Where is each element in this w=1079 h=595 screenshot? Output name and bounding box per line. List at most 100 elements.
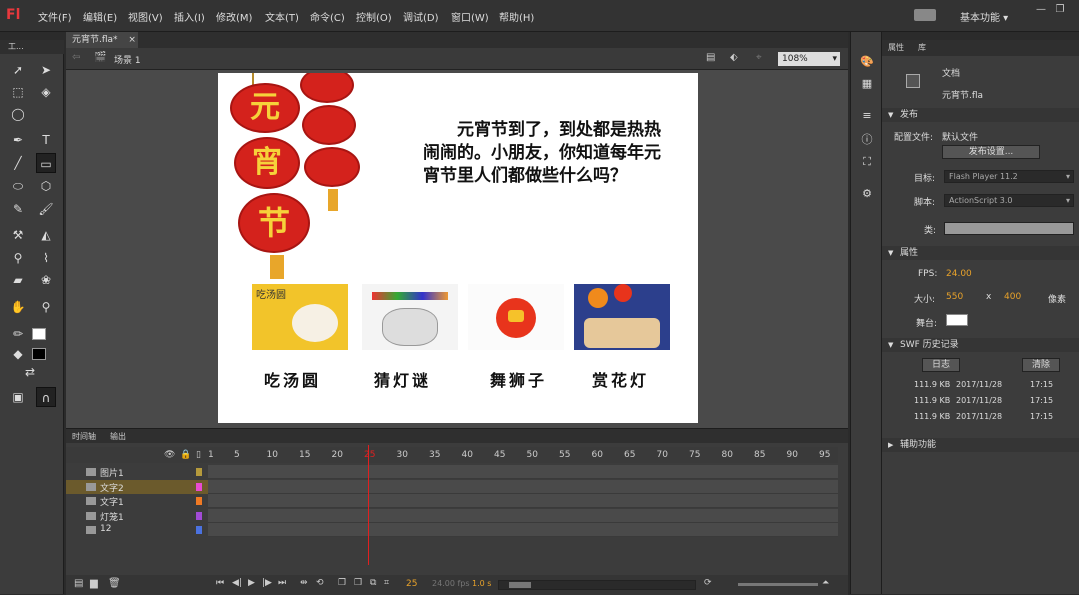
menu-insert[interactable]: 插入(I) [174,9,205,24]
stage-color-swatch[interactable] [946,314,968,326]
new-folder-icon[interactable]: ▆ [90,578,98,589]
zoom-select[interactable]: 108% ▾ [778,52,840,66]
color-panel-icon[interactable]: 🎨 [859,54,875,70]
workspace-switcher[interactable]: 基本功能 ▾ [960,9,1008,24]
width-value[interactable]: 550 [946,292,963,302]
fps-value[interactable]: 24.00 [946,269,972,279]
zoom-tool-icon[interactable]: ⚲ [36,297,56,317]
brush-icon[interactable]: 🖌 [36,199,56,219]
stroke-color-icon[interactable]: ✏ [8,324,28,344]
section-properties[interactable]: 属性 [882,246,1079,260]
restore-icon[interactable]: ❐ [1052,4,1068,16]
center-frame-icon[interactable]: ⇹ [300,578,308,588]
menu-file[interactable]: 文件(F) [38,9,72,24]
close-tab-icon[interactable]: × [128,35,136,45]
polystar-tool-icon[interactable]: ⬡ [36,176,56,196]
layer-name[interactable]: 灯笼1 [100,510,124,523]
object-drawing-icon[interactable]: ∩ [36,387,56,407]
layer-name[interactable]: 12 [100,524,111,534]
lasso-icon[interactable]: ◯ [8,104,28,124]
bone-tool-icon[interactable]: ⚒ [8,225,28,245]
sync-icon[interactable] [914,9,936,21]
new-layer-icon[interactable]: ▤ [74,578,83,589]
script-select[interactable]: ActionScript 3.0 ▾ [944,194,1074,207]
fill-color-swatch[interactable] [32,348,46,360]
section-publish[interactable]: 发布 [882,108,1079,122]
zoom-up-icon[interactable]: ⏶ [822,578,829,588]
zoom-slider[interactable] [738,583,818,586]
tab-library[interactable]: 库 [918,42,926,53]
components-icon[interactable]: ⚙ [859,186,875,202]
fill-color-icon[interactable]: ◆ [8,344,28,364]
swatches-icon[interactable]: ▦ [859,76,875,92]
layer-color-swatch[interactable] [196,497,202,505]
step-forward-icon[interactable]: |▶ [262,578,272,588]
log-button[interactable]: 日志 [922,358,960,372]
snap-icon[interactable]: ▣ [8,387,28,407]
layer-name[interactable]: 图片1 [100,466,124,479]
height-value[interactable]: 400 [1004,292,1021,302]
fit-icon[interactable]: ⟳ [704,578,712,588]
go-first-icon[interactable]: ⏮ [216,578,224,588]
eraser-icon[interactable]: ▰ [8,270,28,290]
subselection-tool-icon[interactable]: ➤ [36,60,56,80]
selection-tool-icon[interactable]: ➚ [8,60,28,80]
layer-color-swatch[interactable] [196,526,202,534]
layer-row[interactable]: 图片1 [66,465,838,479]
layer-row[interactable]: 12 [66,523,838,537]
layer-frames[interactable] [208,465,838,479]
eyedropper-icon[interactable]: ⚲ [8,248,28,268]
edit-symbol-icon[interactable]: ⬖ [730,52,738,63]
layer-row[interactable]: 灯笼1 [66,508,838,523]
stroke-color-swatch[interactable] [32,328,46,340]
layer-frames[interactable] [208,494,838,508]
onion-outline-icon[interactable]: ❒ [354,578,362,588]
menu-commands[interactable]: 命令(C) [310,9,345,24]
swap-colors-icon[interactable]: ⇄ [20,362,40,382]
go-last-icon[interactable]: ⏭ [278,578,286,588]
clear-button[interactable]: 清除 [1022,358,1060,372]
playhead[interactable] [368,445,369,565]
step-back-icon[interactable]: ◀| [232,578,242,588]
menu-edit[interactable]: 编辑(E) [83,9,117,24]
onion-skin-icon[interactable]: ❐ [338,578,346,588]
menu-view[interactable]: 视图(V) [128,9,163,24]
free-transform-icon[interactable]: ⬚ [8,82,28,102]
onion-markers-icon[interactable]: ⌗ [384,578,389,588]
section-swf-history[interactable]: SWF 历史记录 [882,338,1079,352]
center-stage-icon[interactable]: ⌖ [756,52,762,63]
publish-settings-button[interactable]: 发布设置... [942,145,1040,159]
eye-icon[interactable]: 👁 [164,450,175,460]
layer-color-swatch[interactable] [196,511,202,520]
layer-name[interactable]: 文字1 [100,495,124,508]
layer-row[interactable]: 文字1 [66,494,838,508]
tab-output[interactable]: 输出 [110,431,126,442]
paint-bucket-icon[interactable]: ◭ [36,225,56,245]
minimize-icon[interactable]: — [1033,4,1049,16]
pen-icon[interactable]: ✒ [8,130,28,150]
frame-rate[interactable]: 24.00 fps [432,579,470,588]
layer-color-swatch[interactable] [196,482,202,491]
align-icon[interactable]: ≡ [859,108,875,124]
section-accessibility[interactable]: 辅助功能 [882,438,1079,452]
layer-row[interactable]: 文字2 [66,479,838,494]
back-arrow-icon[interactable]: ⇦ [72,52,80,63]
tab-timeline[interactable]: 时间轴 [72,431,96,442]
target-select[interactable]: Flash Player 11.2 ▾ [944,170,1074,183]
outline-icon[interactable]: ▯ [196,450,201,460]
loop-icon[interactable]: ⟲ [316,578,324,588]
transform-icon[interactable]: ⛶ [859,154,875,170]
oval-tool-icon[interactable]: ⬭ [8,176,28,196]
deco-tool-icon[interactable]: ❀ [36,270,56,290]
hand-tool-icon[interactable]: ✋ [8,297,28,317]
3d-rotation-icon[interactable]: ◈ [36,82,56,102]
horizontal-scrollbar[interactable] [498,580,696,590]
layer-name[interactable]: 文字2 [100,481,124,494]
pencil-icon[interactable]: ✎ [8,199,28,219]
document-tab[interactable]: 元宵节.fla* × [66,32,138,48]
menu-text[interactable]: 文本(T) [265,9,299,24]
menu-help[interactable]: 帮助(H) [499,9,534,24]
delete-layer-icon[interactable]: 🗑 [108,578,121,589]
menu-modify[interactable]: 修改(M) [216,9,252,24]
edit-multiple-icon[interactable]: ⧉ [370,578,376,588]
